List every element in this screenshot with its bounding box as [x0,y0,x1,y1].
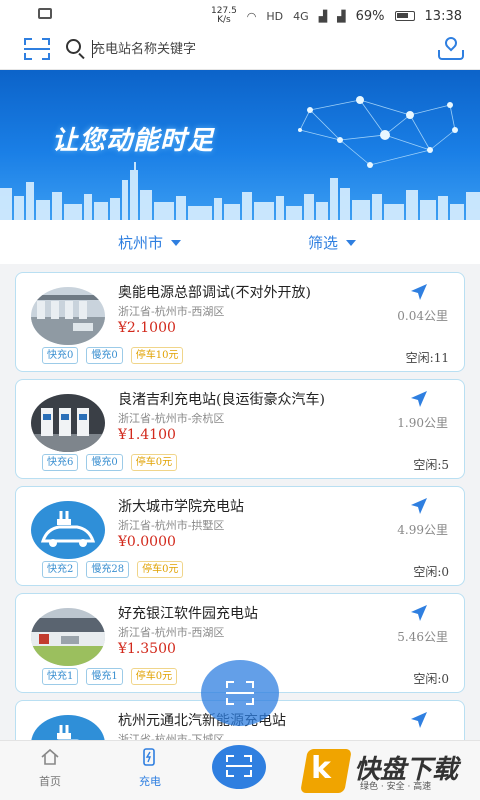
hd-label: HD [266,9,284,23]
parking-fee-tag: 停车10元 [130,347,184,364]
station-photo [31,501,105,559]
signal-icon-2: ▟ [337,9,346,23]
tab-charge[interactable]: 充电 [120,747,180,789]
scan-icon [226,681,254,705]
map-location-icon[interactable] [438,34,464,61]
clock: 13:38 [424,8,462,24]
chevron-down-icon [171,239,182,246]
station-price: ¥1.3500 [118,641,176,657]
station-address: 浙江省-杭州市-西湖区 [118,626,225,639]
status-right: 127.5 K/s ◠ HD 4G ▟ ▟ 69% 13:38 [211,7,462,25]
station-name: 好充银江软件园充电站 [118,606,258,622]
slow-charge-tag: 慢充1 [86,668,123,685]
search-bar [0,30,480,70]
search-field[interactable] [64,36,424,62]
idle-count: 空闲:11 [405,351,449,365]
tab-home-label: 首页 [39,775,61,788]
slow-charge-tag: 慢充0 [86,347,123,364]
station-distance: 4.99公里 [397,523,448,537]
station-card[interactable]: 奥能电源总部调试(不对外开放) 浙江省-杭州市-西湖区 ¥2.1000 0.04… [15,272,465,372]
station-name: 浙大城市学院充电站 [118,499,244,515]
station-photo [31,287,105,345]
battery-percent: 69% [355,8,385,24]
station-tags: 快充6 慢充0 停车0元 [42,454,178,471]
scan-icon [226,755,252,777]
station-card[interactable]: 良渚吉利充电站(良运街豪众汽车) 浙江省-杭州市-余杭区 ¥1.4100 1.9… [15,379,465,479]
banner-slogan: 让您动能时足 [52,126,215,156]
navigate-icon[interactable] [410,283,428,301]
wifi-icon: ◠ [246,9,257,23]
filter-bar: 杭州市 筛选 [0,220,480,264]
station-price: ¥0.0000 [118,534,176,550]
city-label: 杭州市 [118,234,164,252]
fast-charge-tag: 快充0 [42,347,79,364]
station-name: 奥能电源总部调试(不对外开放) [118,285,311,301]
watermark-logo: k 快盘下载 绿色 · 安全 · 高速 [300,749,472,795]
fast-charge-tag: 快充1 [42,668,79,685]
fast-charge-tag: 快充2 [42,561,79,578]
fast-charge-tag: 快充6 [42,454,79,471]
station-distance: 0.04公里 [397,309,448,323]
parking-fee-tag: 停车0元 [137,561,184,578]
navigate-icon[interactable] [410,390,428,408]
scan-icon[interactable] [24,38,50,60]
net-speed-unit: K/s [217,15,231,25]
watermark-slogan: 绿色 · 安全 · 高速 [360,782,432,792]
tab-scan-button[interactable] [212,745,266,789]
search-icon [66,39,81,54]
station-tags: 快充0 慢充0 停车10元 [42,347,184,364]
home-icon [41,748,59,765]
text-caret [92,40,93,58]
station-price: ¥2.1000 [118,320,176,336]
floating-scan-button[interactable] [201,660,279,726]
station-photo [31,608,105,666]
filter-dropdown[interactable]: 筛选 [308,232,357,253]
city-dropdown[interactable]: 杭州市 [118,232,182,253]
slow-charge-tag: 慢充28 [86,561,130,578]
slow-charge-tag: 慢充0 [86,454,123,471]
station-address: 浙江省-杭州市-余杭区 [118,412,225,425]
station-tags: 快充1 慢充1 停车0元 [42,668,178,685]
signal-icon: ▟ [318,9,328,23]
network-label: 4G [293,9,309,23]
idle-count: 空闲:0 [413,672,449,686]
station-distance: 5.46公里 [397,630,448,644]
tab-home[interactable]: 首页 [20,747,80,789]
parking-fee-tag: 停车0元 [130,668,178,685]
net-speed: 127.5 K/s [211,7,237,25]
station-name: 良渚吉利充电站(良运街豪众汽车) [118,392,325,408]
status-bar: 127.5 K/s ◠ HD 4G ▟ ▟ 69% 13:38 [0,0,480,30]
parking-fee-tag: 停车0元 [130,454,178,471]
bottom-tab-bar: 首页 充电 k 快盘下载 绿色 · 安全 · 高速 [0,740,480,800]
idle-count: 空闲:5 [413,458,449,472]
station-tags: 快充2 慢充28 停车0元 [42,561,184,578]
promo-banner[interactable]: 让您动能时足 [0,70,480,220]
station-photo [31,394,105,452]
image-notification-icon [38,8,52,19]
filter-label: 筛选 [308,234,339,252]
station-address: 浙江省-杭州市-西湖区 [118,305,225,318]
station-price: ¥1.4100 [118,427,176,443]
station-address: 浙江省-杭州市-拱墅区 [118,519,225,532]
charger-icon [143,748,155,766]
search-input[interactable] [92,39,412,59]
station-distance: 1.90公里 [397,416,448,430]
chevron-down-icon [346,239,357,246]
idle-count: 空闲:0 [413,565,449,579]
battery-icon [394,11,415,21]
station-card[interactable]: 浙大城市学院充电站 浙江省-杭州市-拱墅区 ¥0.0000 4.99公里 快充2… [15,486,465,586]
navigate-icon[interactable] [410,497,428,515]
watermark-k-letter: k [311,751,331,786]
navigate-icon[interactable] [410,604,428,622]
tab-charge-label: 充电 [139,775,161,788]
navigate-icon[interactable] [410,711,428,729]
